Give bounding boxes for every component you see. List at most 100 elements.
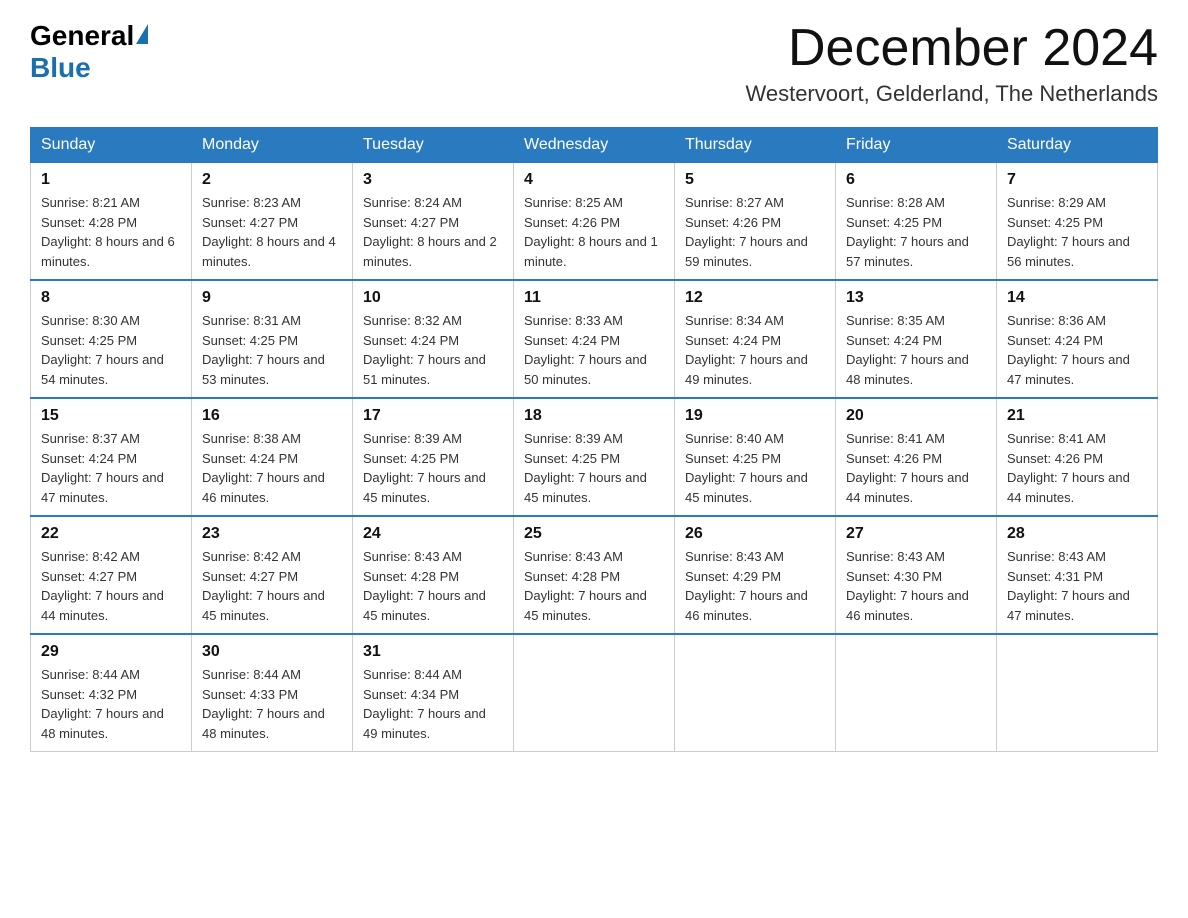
day-info: Sunrise: 8:37 AMSunset: 4:24 PMDaylight:… [41, 429, 181, 507]
day-info: Sunrise: 8:28 AMSunset: 4:25 PMDaylight:… [846, 193, 986, 271]
calendar-cell: 12 Sunrise: 8:34 AMSunset: 4:24 PMDaylig… [675, 280, 836, 398]
day-number: 26 [685, 525, 825, 543]
day-info: Sunrise: 8:42 AMSunset: 4:27 PMDaylight:… [202, 547, 342, 625]
calendar-cell: 22 Sunrise: 8:42 AMSunset: 4:27 PMDaylig… [31, 516, 192, 634]
calendar-week-row: 8 Sunrise: 8:30 AMSunset: 4:25 PMDayligh… [31, 280, 1158, 398]
day-number: 18 [524, 407, 664, 425]
day-number: 31 [363, 643, 503, 661]
day-info: Sunrise: 8:36 AMSunset: 4:24 PMDaylight:… [1007, 311, 1147, 389]
header-saturday: Saturday [997, 128, 1158, 163]
day-info: Sunrise: 8:27 AMSunset: 4:26 PMDaylight:… [685, 193, 825, 271]
header-thursday: Thursday [675, 128, 836, 163]
calendar-cell: 7 Sunrise: 8:29 AMSunset: 4:25 PMDayligh… [997, 163, 1158, 281]
calendar-cell [675, 634, 836, 752]
month-title: December 2024 [745, 20, 1158, 77]
calendar-cell: 6 Sunrise: 8:28 AMSunset: 4:25 PMDayligh… [836, 163, 997, 281]
calendar-cell: 4 Sunrise: 8:25 AMSunset: 4:26 PMDayligh… [514, 163, 675, 281]
calendar-cell: 10 Sunrise: 8:32 AMSunset: 4:24 PMDaylig… [353, 280, 514, 398]
day-info: Sunrise: 8:43 AMSunset: 4:31 PMDaylight:… [1007, 547, 1147, 625]
day-number: 3 [363, 171, 503, 189]
calendar-cell: 5 Sunrise: 8:27 AMSunset: 4:26 PMDayligh… [675, 163, 836, 281]
day-info: Sunrise: 8:41 AMSunset: 4:26 PMDaylight:… [846, 429, 986, 507]
day-info: Sunrise: 8:33 AMSunset: 4:24 PMDaylight:… [524, 311, 664, 389]
day-info: Sunrise: 8:44 AMSunset: 4:34 PMDaylight:… [363, 665, 503, 743]
day-info: Sunrise: 8:43 AMSunset: 4:28 PMDaylight:… [363, 547, 503, 625]
day-info: Sunrise: 8:34 AMSunset: 4:24 PMDaylight:… [685, 311, 825, 389]
day-info: Sunrise: 8:31 AMSunset: 4:25 PMDaylight:… [202, 311, 342, 389]
logo-general-text: General [30, 20, 134, 52]
day-info: Sunrise: 8:35 AMSunset: 4:24 PMDaylight:… [846, 311, 986, 389]
calendar-week-row: 1 Sunrise: 8:21 AMSunset: 4:28 PMDayligh… [31, 163, 1158, 281]
calendar-cell: 24 Sunrise: 8:43 AMSunset: 4:28 PMDaylig… [353, 516, 514, 634]
header-friday: Friday [836, 128, 997, 163]
day-info: Sunrise: 8:44 AMSunset: 4:32 PMDaylight:… [41, 665, 181, 743]
calendar-cell [514, 634, 675, 752]
day-number: 17 [363, 407, 503, 425]
calendar-cell: 9 Sunrise: 8:31 AMSunset: 4:25 PMDayligh… [192, 280, 353, 398]
calendar-cell: 17 Sunrise: 8:39 AMSunset: 4:25 PMDaylig… [353, 398, 514, 516]
day-info: Sunrise: 8:40 AMSunset: 4:25 PMDaylight:… [685, 429, 825, 507]
calendar-cell: 19 Sunrise: 8:40 AMSunset: 4:25 PMDaylig… [675, 398, 836, 516]
page-header: General Blue December 2024 Westervoort, … [30, 20, 1158, 107]
day-number: 7 [1007, 171, 1147, 189]
day-info: Sunrise: 8:43 AMSunset: 4:29 PMDaylight:… [685, 547, 825, 625]
day-number: 5 [685, 171, 825, 189]
calendar-cell: 16 Sunrise: 8:38 AMSunset: 4:24 PMDaylig… [192, 398, 353, 516]
calendar-cell: 28 Sunrise: 8:43 AMSunset: 4:31 PMDaylig… [997, 516, 1158, 634]
day-number: 27 [846, 525, 986, 543]
day-info: Sunrise: 8:24 AMSunset: 4:27 PMDaylight:… [363, 193, 503, 271]
day-info: Sunrise: 8:21 AMSunset: 4:28 PMDaylight:… [41, 193, 181, 271]
calendar-week-row: 15 Sunrise: 8:37 AMSunset: 4:24 PMDaylig… [31, 398, 1158, 516]
calendar-cell: 23 Sunrise: 8:42 AMSunset: 4:27 PMDaylig… [192, 516, 353, 634]
day-number: 8 [41, 289, 181, 307]
day-number: 12 [685, 289, 825, 307]
day-info: Sunrise: 8:32 AMSunset: 4:24 PMDaylight:… [363, 311, 503, 389]
day-number: 14 [1007, 289, 1147, 307]
calendar-cell: 13 Sunrise: 8:35 AMSunset: 4:24 PMDaylig… [836, 280, 997, 398]
day-number: 22 [41, 525, 181, 543]
header-sunday: Sunday [31, 128, 192, 163]
day-number: 23 [202, 525, 342, 543]
header-wednesday: Wednesday [514, 128, 675, 163]
day-info: Sunrise: 8:38 AMSunset: 4:24 PMDaylight:… [202, 429, 342, 507]
calendar-table: SundayMondayTuesdayWednesdayThursdayFrid… [30, 127, 1158, 752]
day-number: 30 [202, 643, 342, 661]
calendar-cell: 27 Sunrise: 8:43 AMSunset: 4:30 PMDaylig… [836, 516, 997, 634]
calendar-cell: 20 Sunrise: 8:41 AMSunset: 4:26 PMDaylig… [836, 398, 997, 516]
day-number: 2 [202, 171, 342, 189]
day-info: Sunrise: 8:42 AMSunset: 4:27 PMDaylight:… [41, 547, 181, 625]
day-number: 10 [363, 289, 503, 307]
day-info: Sunrise: 8:30 AMSunset: 4:25 PMDaylight:… [41, 311, 181, 389]
calendar-cell: 21 Sunrise: 8:41 AMSunset: 4:26 PMDaylig… [997, 398, 1158, 516]
day-number: 9 [202, 289, 342, 307]
day-number: 29 [41, 643, 181, 661]
day-info: Sunrise: 8:43 AMSunset: 4:30 PMDaylight:… [846, 547, 986, 625]
header-tuesday: Tuesday [353, 128, 514, 163]
logo-triangle-icon [136, 24, 148, 44]
day-number: 28 [1007, 525, 1147, 543]
calendar-cell [997, 634, 1158, 752]
calendar-cell: 30 Sunrise: 8:44 AMSunset: 4:33 PMDaylig… [192, 634, 353, 752]
day-number: 20 [846, 407, 986, 425]
calendar-cell: 26 Sunrise: 8:43 AMSunset: 4:29 PMDaylig… [675, 516, 836, 634]
logo: General Blue [30, 20, 150, 84]
day-info: Sunrise: 8:29 AMSunset: 4:25 PMDaylight:… [1007, 193, 1147, 271]
calendar-cell: 8 Sunrise: 8:30 AMSunset: 4:25 PMDayligh… [31, 280, 192, 398]
day-info: Sunrise: 8:23 AMSunset: 4:27 PMDaylight:… [202, 193, 342, 271]
day-info: Sunrise: 8:39 AMSunset: 4:25 PMDaylight:… [524, 429, 664, 507]
day-number: 24 [363, 525, 503, 543]
day-number: 21 [1007, 407, 1147, 425]
calendar-cell: 25 Sunrise: 8:43 AMSunset: 4:28 PMDaylig… [514, 516, 675, 634]
calendar-cell: 1 Sunrise: 8:21 AMSunset: 4:28 PMDayligh… [31, 163, 192, 281]
day-info: Sunrise: 8:44 AMSunset: 4:33 PMDaylight:… [202, 665, 342, 743]
calendar-cell: 29 Sunrise: 8:44 AMSunset: 4:32 PMDaylig… [31, 634, 192, 752]
day-number: 6 [846, 171, 986, 189]
day-number: 1 [41, 171, 181, 189]
day-info: Sunrise: 8:43 AMSunset: 4:28 PMDaylight:… [524, 547, 664, 625]
calendar-cell: 14 Sunrise: 8:36 AMSunset: 4:24 PMDaylig… [997, 280, 1158, 398]
title-section: December 2024 Westervoort, Gelderland, T… [745, 20, 1158, 107]
day-number: 25 [524, 525, 664, 543]
day-info: Sunrise: 8:39 AMSunset: 4:25 PMDaylight:… [363, 429, 503, 507]
header-monday: Monday [192, 128, 353, 163]
day-number: 15 [41, 407, 181, 425]
